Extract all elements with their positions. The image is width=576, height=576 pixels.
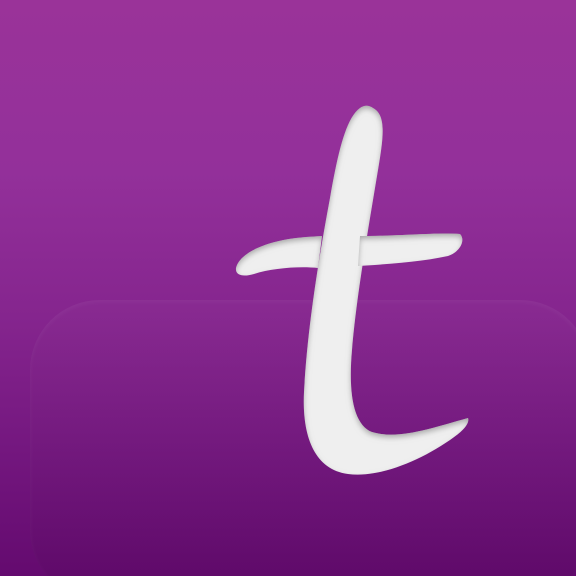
app-icon[interactable]: t	[0, 0, 576, 576]
letter-t-glyph	[235, 105, 469, 475]
letter-t-stem	[303, 105, 469, 475]
